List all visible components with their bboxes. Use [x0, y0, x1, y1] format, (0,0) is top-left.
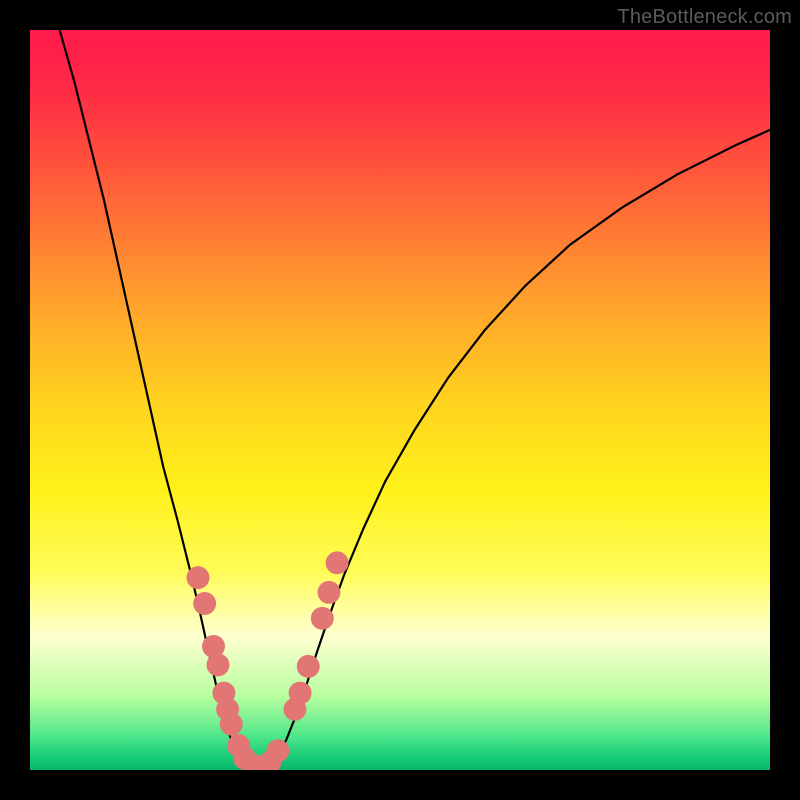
curve-marker: [289, 682, 312, 705]
bottleneck-chart: [30, 30, 770, 770]
curve-marker: [317, 581, 340, 604]
curve-marker: [311, 607, 334, 630]
gradient-background: [30, 30, 770, 770]
curve-marker: [193, 592, 216, 615]
curve-marker: [326, 551, 349, 574]
chart-frame: [30, 30, 770, 770]
watermark-text: TheBottleneck.com: [617, 6, 792, 29]
curve-marker: [187, 566, 210, 589]
curve-marker: [297, 655, 320, 678]
curve-marker: [206, 653, 229, 676]
curve-marker: [220, 713, 243, 736]
curve-marker: [266, 739, 289, 762]
